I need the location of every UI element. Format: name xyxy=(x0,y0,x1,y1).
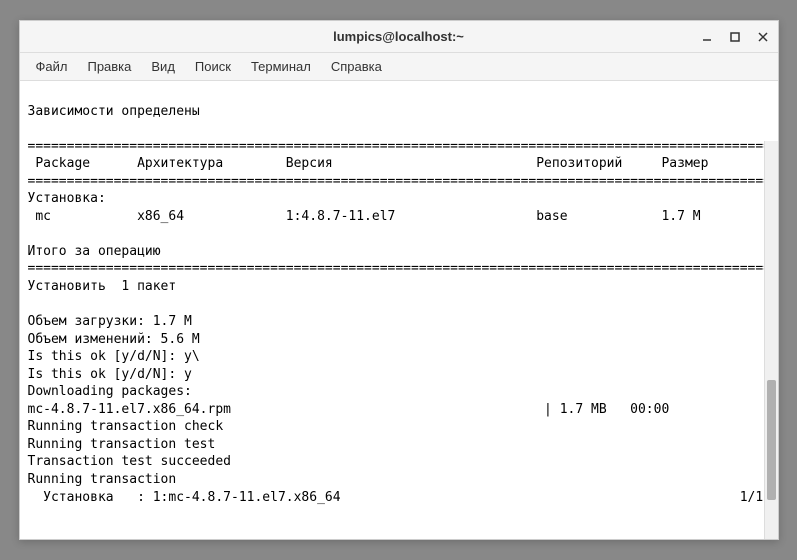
terminal-line: ========================================… xyxy=(28,261,778,276)
terminal-line: Объем загрузки: 1.7 M xyxy=(28,314,192,329)
window-title: lumpics@localhost:~ xyxy=(333,29,464,44)
menu-search[interactable]: Поиск xyxy=(187,55,239,78)
terminal-line: Running transaction check xyxy=(28,419,224,434)
terminal-line: Downloading packages: xyxy=(28,384,192,399)
minimize-button[interactable] xyxy=(700,30,714,44)
menubar: Файл Правка Вид Поиск Терминал Справка xyxy=(20,53,778,81)
minimize-icon xyxy=(701,31,713,43)
window-controls xyxy=(700,30,770,44)
terminal-window: lumpics@localhost:~ Файл Правка Вид Поис… xyxy=(19,20,779,540)
terminal-line: Установка : 1:mc-4.8.7-11.el7.x86_64 1/1 xyxy=(28,490,764,505)
terminal-line: ========================================… xyxy=(28,139,778,154)
terminal-line: Объем изменений: 5.6 M xyxy=(28,332,200,347)
menu-file[interactable]: Файл xyxy=(28,55,76,78)
close-icon xyxy=(757,31,769,43)
menu-terminal[interactable]: Терминал xyxy=(243,55,319,78)
maximize-icon xyxy=(729,31,741,43)
terminal-content[interactable]: Зависимости определены =================… xyxy=(20,81,778,539)
menu-edit[interactable]: Правка xyxy=(79,55,139,78)
close-button[interactable] xyxy=(756,30,770,44)
titlebar: lumpics@localhost:~ xyxy=(20,21,778,53)
terminal-line: Is this ok [y/d/N]: y xyxy=(28,367,192,382)
scrollbar[interactable] xyxy=(764,141,778,539)
terminal-line: Running transaction xyxy=(28,472,177,487)
menu-view[interactable]: Вид xyxy=(143,55,183,78)
terminal-line: ========================================… xyxy=(28,174,778,189)
terminal-line: Running transaction test xyxy=(28,437,216,452)
terminal-line: Установка: xyxy=(28,191,106,206)
terminal-line: Итого за операцию xyxy=(28,244,161,259)
menu-help[interactable]: Справка xyxy=(323,55,390,78)
terminal-line: Установить 1 пакет xyxy=(28,279,177,294)
terminal-line: Is this ok [y/d/N]: y\ xyxy=(28,349,200,364)
maximize-button[interactable] xyxy=(728,30,742,44)
scrollbar-thumb[interactable] xyxy=(767,380,776,500)
terminal-line: Зависимости определены xyxy=(28,104,200,119)
terminal-line: Transaction test succeeded xyxy=(28,454,232,469)
terminal-line: mc-4.8.7-11.el7.x86_64.rpm | 1.7 MB 00:0… xyxy=(28,402,670,417)
terminal-line: Package Архитектура Версия Репозиторий Р… xyxy=(28,156,709,171)
terminal-line: mc x86_64 1:4.8.7-11.el7 base 1.7 M xyxy=(28,209,701,224)
